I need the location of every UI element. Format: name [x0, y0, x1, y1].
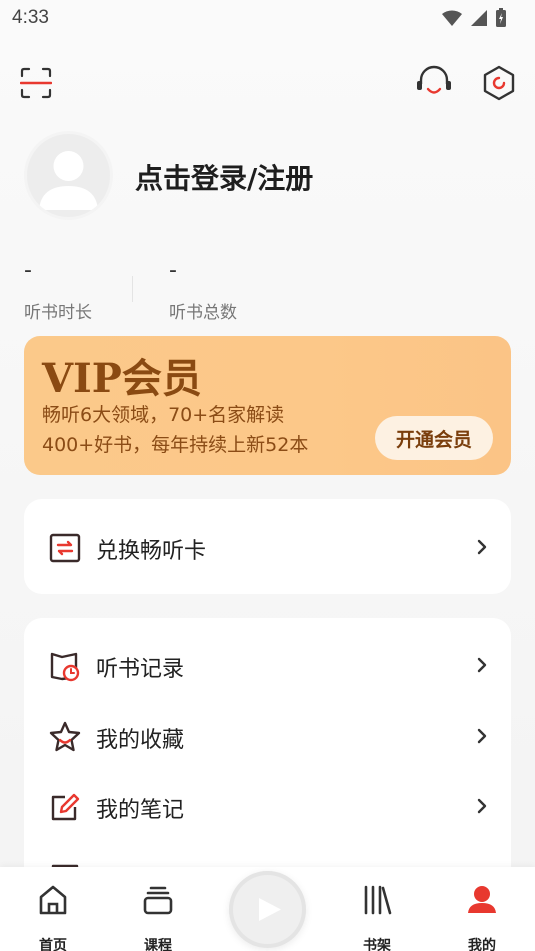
menu-item-favorites[interactable]: 我的收藏: [24, 706, 511, 766]
courses-icon: [143, 886, 173, 915]
vip-description-line1: 畅听6大领域，70+名家解读: [42, 404, 285, 426]
menu-item-notes[interactable]: 我的笔记: [24, 776, 511, 836]
status-bar: 4:33: [0, 0, 535, 36]
nav-bookshelf[interactable]: 书架: [342, 877, 412, 951]
wifi-icon: [442, 10, 462, 26]
battery-icon: [496, 8, 506, 27]
vip-title: VIP会员: [42, 355, 202, 402]
avatar[interactable]: [24, 131, 113, 220]
listen-duration-label: 听书时长: [24, 303, 92, 323]
nav-home-label: 首页: [39, 938, 67, 951]
vip-banner[interactable]: VIP会员 畅听6大领域，70+名家解读 400+好书，每年持续上新52本 开通…: [24, 336, 511, 475]
redeem-card: 兑换畅听卡: [24, 499, 511, 594]
chevron-right-icon: [477, 728, 487, 744]
chevron-right-icon: [477, 657, 487, 673]
listen-count-value: -: [169, 258, 177, 283]
settings-icon[interactable]: [481, 65, 517, 101]
redeem-card-row[interactable]: 兑换畅听卡: [24, 517, 511, 577]
menu-card: 听书记录 我的收藏 我的笔记: [24, 618, 511, 898]
star-icon: [49, 721, 81, 752]
chevron-right-icon: [477, 539, 487, 555]
vip-description-line2: 400+好书，每年持续上新52本: [42, 434, 309, 456]
menu-item-history[interactable]: 听书记录: [24, 635, 511, 695]
nav-courses[interactable]: 课程: [123, 877, 193, 951]
signal-icon: [471, 10, 487, 26]
play-button[interactable]: [229, 871, 306, 948]
listen-count-label: 听书总数: [169, 303, 237, 323]
nav-mine[interactable]: 我的: [447, 877, 517, 951]
edit-icon: [51, 793, 80, 821]
menu-item-label: 听书记录: [96, 657, 185, 682]
open-vip-button[interactable]: 开通会员: [375, 416, 493, 460]
exchange-card-icon: [49, 533, 81, 563]
menu-item-label: 我的收藏: [96, 728, 185, 753]
history-icon: [50, 652, 80, 682]
user-icon: [468, 886, 496, 913]
customer-service-icon[interactable]: [414, 64, 454, 102]
home-icon: [39, 885, 67, 915]
chevron-right-icon: [477, 798, 487, 814]
status-time: 4:33: [12, 7, 49, 28]
login-register-link[interactable]: 点击登录/注册: [135, 157, 313, 197]
nav-bookshelf-label: 书架: [363, 938, 391, 951]
play-icon: [259, 898, 281, 921]
scan-icon[interactable]: [20, 67, 52, 99]
listen-duration-value: -: [24, 258, 32, 283]
default-avatar-icon: [39, 151, 98, 210]
stats-divider: [132, 276, 133, 302]
nav-courses-label: 课程: [144, 938, 172, 951]
nav-mine-label: 我的: [468, 938, 496, 951]
nav-home[interactable]: 首页: [18, 877, 88, 951]
menu-item-label: 我的笔记: [96, 798, 185, 823]
redeem-card-label: 兑换畅听卡: [96, 539, 207, 564]
status-icons: [441, 7, 507, 29]
bookshelf-icon: [364, 885, 392, 915]
